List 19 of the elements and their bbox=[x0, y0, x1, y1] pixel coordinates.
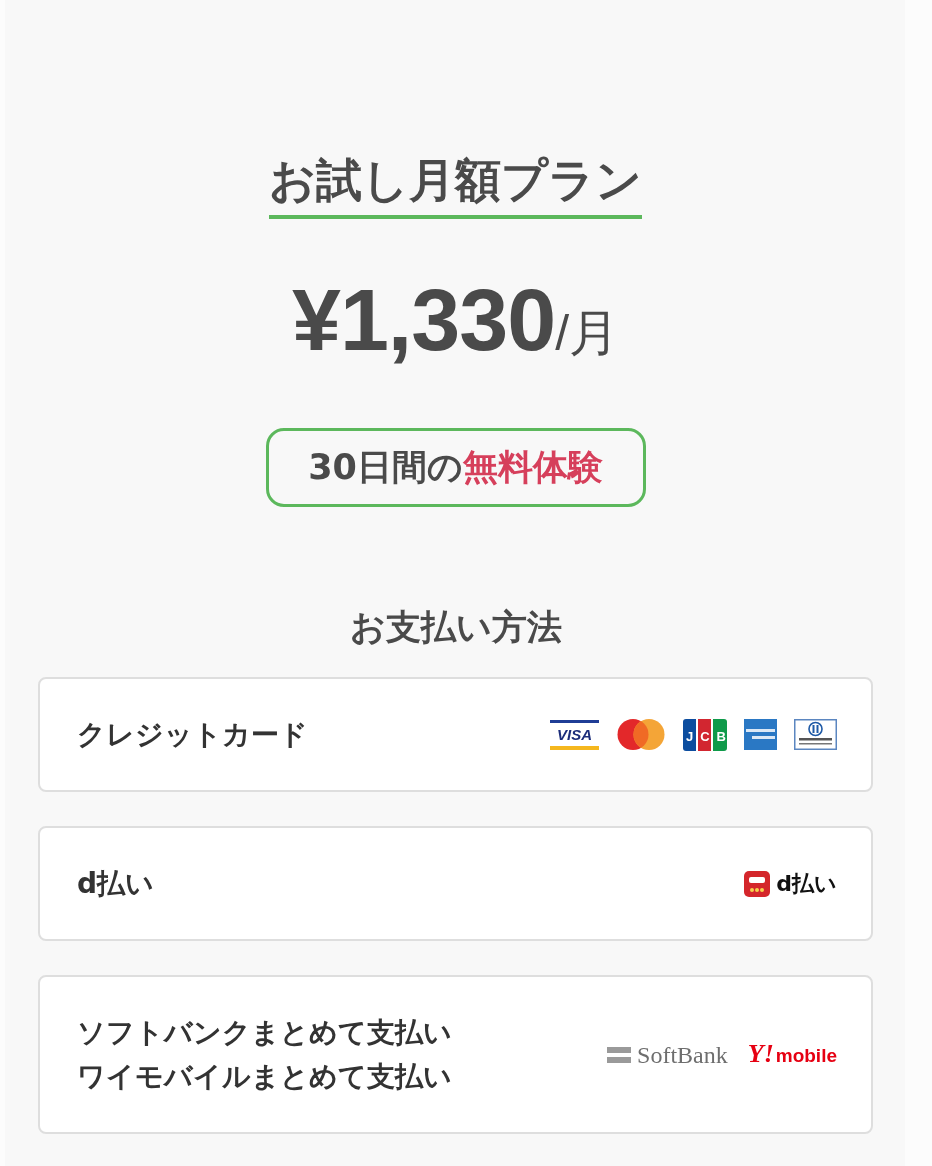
payment-method-label: d払い bbox=[77, 865, 155, 902]
diners-club-logo-icon bbox=[794, 719, 837, 750]
payment-method-label: ソフトバンクまとめて支払い bbox=[77, 1014, 452, 1051]
amex-logo-icon bbox=[744, 719, 777, 750]
softbank-logo-text: SoftBank bbox=[637, 1040, 728, 1069]
double-bar-icon bbox=[607, 1044, 632, 1065]
price-text: ¥1,330/月 bbox=[291, 277, 620, 371]
d-payment-logo-text: d払い bbox=[776, 870, 837, 897]
payment-option[interactable]: ソフトバンクまとめて支払い ワイモバイルまとめて支払い SoftBank Y!mobile bbox=[38, 975, 873, 1134]
payment-app-icon bbox=[744, 870, 771, 897]
free-trial-badge: 30日間の無料体験 bbox=[265, 428, 646, 507]
ymobile-logo-text: Y!mobile bbox=[747, 1039, 837, 1070]
payment-method-label: ワイモバイルまとめて支払い bbox=[77, 1058, 452, 1095]
payment-option[interactable]: d払い d払い bbox=[38, 826, 873, 941]
payment-method-label: クレジットカード bbox=[77, 716, 308, 753]
visa-logo: VISA bbox=[550, 719, 599, 750]
mastercard-logo-icon bbox=[616, 719, 666, 750]
plan-title: お試し月額プラン bbox=[269, 153, 642, 219]
section-heading: お支払い方法 bbox=[349, 606, 562, 648]
